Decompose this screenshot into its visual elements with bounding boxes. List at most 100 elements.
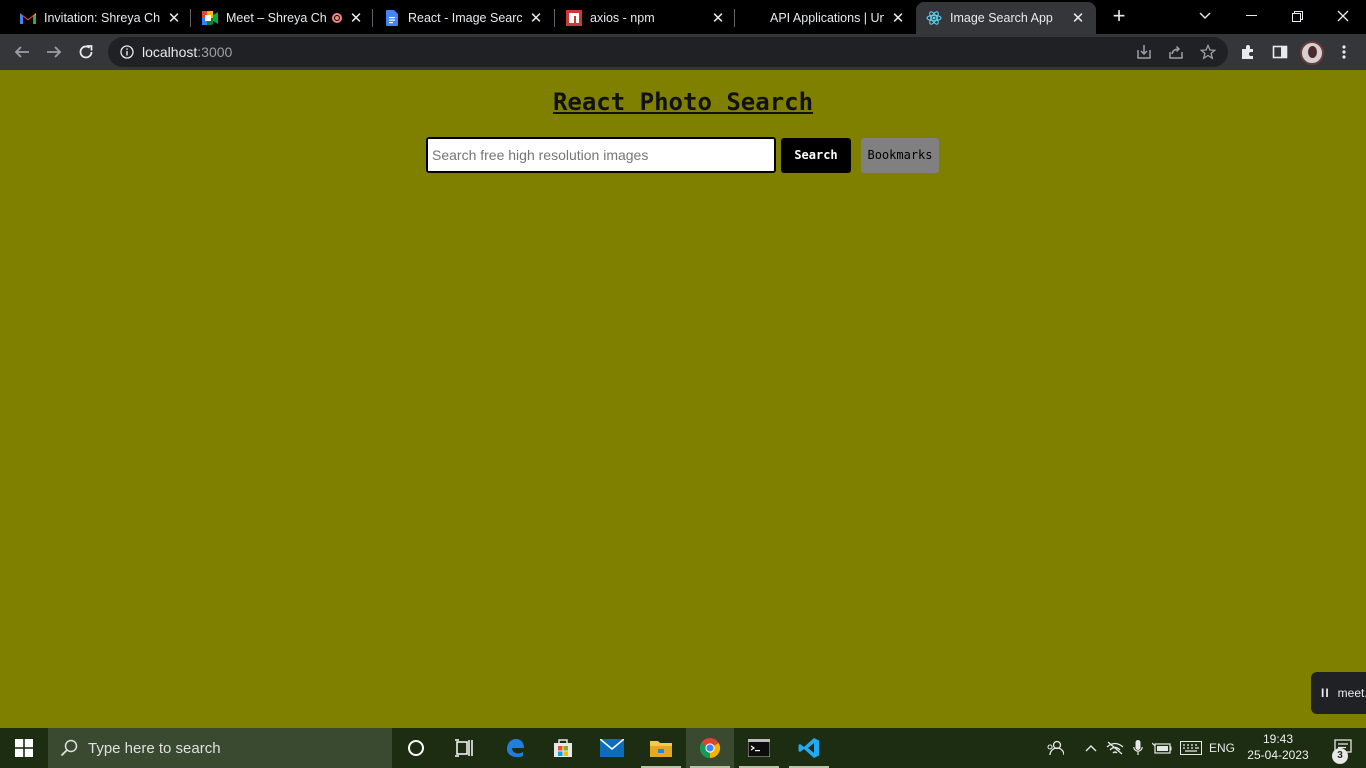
microsoft-store-app[interactable] [539,728,587,768]
bookmark-star-button[interactable] [1194,38,1222,66]
people-button[interactable] [1042,728,1068,768]
taskbar-clock[interactable]: 19:43 25-04-2023 [1240,731,1316,763]
browser-toolbar: localhost:3000 [0,34,1366,70]
side-panel-icon [1272,45,1288,59]
touch-keyboard-button[interactable] [1178,728,1204,768]
tab-google-docs[interactable]: React - Image Search ✕ [374,2,554,34]
show-hidden-icons-button[interactable] [1080,728,1102,768]
taskbar-search-box[interactable]: Type here to search [48,728,392,768]
meet-icon [202,10,218,26]
kebab-menu-icon [1342,45,1346,59]
menu-button[interactable] [1330,38,1358,66]
share-button[interactable] [1162,38,1190,66]
tab-separator [734,9,735,27]
command-prompt-app[interactable] [735,728,783,768]
url-port: :3000 [197,44,233,60]
tab-unsplash[interactable]: API Applications | Uns ✕ [736,2,916,34]
tab-separator [372,9,373,27]
cortana-button[interactable] [392,728,440,768]
battery-button[interactable] [1150,728,1174,768]
search-form: Search Bookmarks [426,137,939,173]
network-button[interactable] [1104,728,1126,768]
docs-icon [384,10,400,26]
restore-button[interactable] [1274,0,1320,32]
chevron-up-icon [1085,745,1097,752]
task-view-icon [455,739,473,757]
close-icon [1337,10,1349,22]
terminal-icon [748,739,770,757]
install-app-button[interactable] [1130,38,1158,66]
clock-time: 19:43 [1262,732,1294,746]
language-indicator[interactable]: ENG [1206,728,1238,768]
windows-taskbar: Type here to search ENG 19:43 25-04-2023… [0,728,1366,768]
mail-app[interactable] [588,728,636,768]
notification-count-badge: 3 [1332,748,1348,764]
pause-icon: II [1321,686,1330,700]
cortana-icon [408,740,424,756]
search-button[interactable]: Search [781,137,851,173]
microphone-button[interactable] [1128,728,1148,768]
task-view-button[interactable] [440,728,488,768]
meet-pip-pill[interactable]: II meet. [1311,672,1366,714]
close-icon[interactable]: ✕ [710,10,726,27]
chrome-icon [699,738,721,759]
chrome-app[interactable] [686,728,734,768]
share-icon [1169,45,1183,59]
meet-pill-label: meet. [1337,686,1366,700]
close-icon[interactable]: ✕ [528,10,544,27]
extensions-button[interactable] [1234,38,1262,66]
search-icon [60,739,78,757]
info-icon [120,45,134,59]
reload-button[interactable] [72,38,100,66]
browser-tab-strip: Invitation: Shreya Cha ✕ Meet – Shreya C… [0,0,1366,34]
profile-avatar[interactable] [1300,41,1324,65]
tab-gmail[interactable]: Invitation: Shreya Cha ✕ [10,2,192,34]
arrow-right-icon [47,46,62,58]
install-icon [1137,45,1151,59]
store-icon [554,739,572,757]
recording-icon [332,13,342,23]
chevron-down-icon [1199,12,1211,19]
close-icon[interactable]: ✕ [166,10,182,27]
back-button[interactable] [8,38,36,66]
url-host: localhost [142,44,198,60]
minimize-icon [1245,15,1257,16]
tab-title: Image Search App [950,11,1053,25]
tab-title: axios - npm [590,11,655,25]
tab-npm[interactable]: axios - npm ✕ [556,2,736,34]
clock-date: 25-04-2023 [1247,748,1309,762]
battery-charging-icon [1152,742,1172,754]
close-icon[interactable]: ✕ [1070,10,1086,27]
keyboard-icon [1180,741,1202,755]
tab-image-search-app[interactable]: Image Search App ✕ [916,2,1096,34]
close-icon[interactable]: ✕ [348,10,364,27]
arrow-left-icon [14,46,29,58]
close-icon[interactable]: ✕ [890,10,906,27]
file-explorer-app[interactable] [637,728,685,768]
tab-separator [190,9,191,27]
tab-title: Invitation: Shreya Cha [44,11,160,25]
app-page: React Photo Search Search Bookmarks II m… [0,70,1366,728]
edge-app[interactable] [491,728,539,768]
vscode-app[interactable] [785,728,833,768]
tab-meet[interactable]: Meet – Shreya Ch ✕ [192,2,374,34]
new-tab-button[interactable]: + [1108,5,1130,28]
bookmarks-button[interactable]: Bookmarks [861,137,939,173]
close-window-button[interactable] [1320,0,1366,32]
side-panel-button[interactable] [1266,38,1294,66]
forward-button[interactable] [40,38,68,66]
unsplash-icon [746,10,762,26]
page-title: React Photo Search [552,88,814,116]
windows-logo-icon [15,739,33,757]
start-button[interactable] [0,728,48,768]
npm-icon [566,10,582,26]
microphone-icon [1133,740,1143,755]
search-input[interactable] [426,137,776,173]
tab-title: API Applications | Uns [770,11,884,25]
tab-separator [554,9,555,27]
tab-search-button[interactable] [1182,0,1228,32]
minimize-button[interactable] [1228,0,1274,32]
react-icon [926,10,942,26]
address-bar[interactable]: localhost:3000 [108,37,1228,67]
edge-icon [507,739,524,758]
